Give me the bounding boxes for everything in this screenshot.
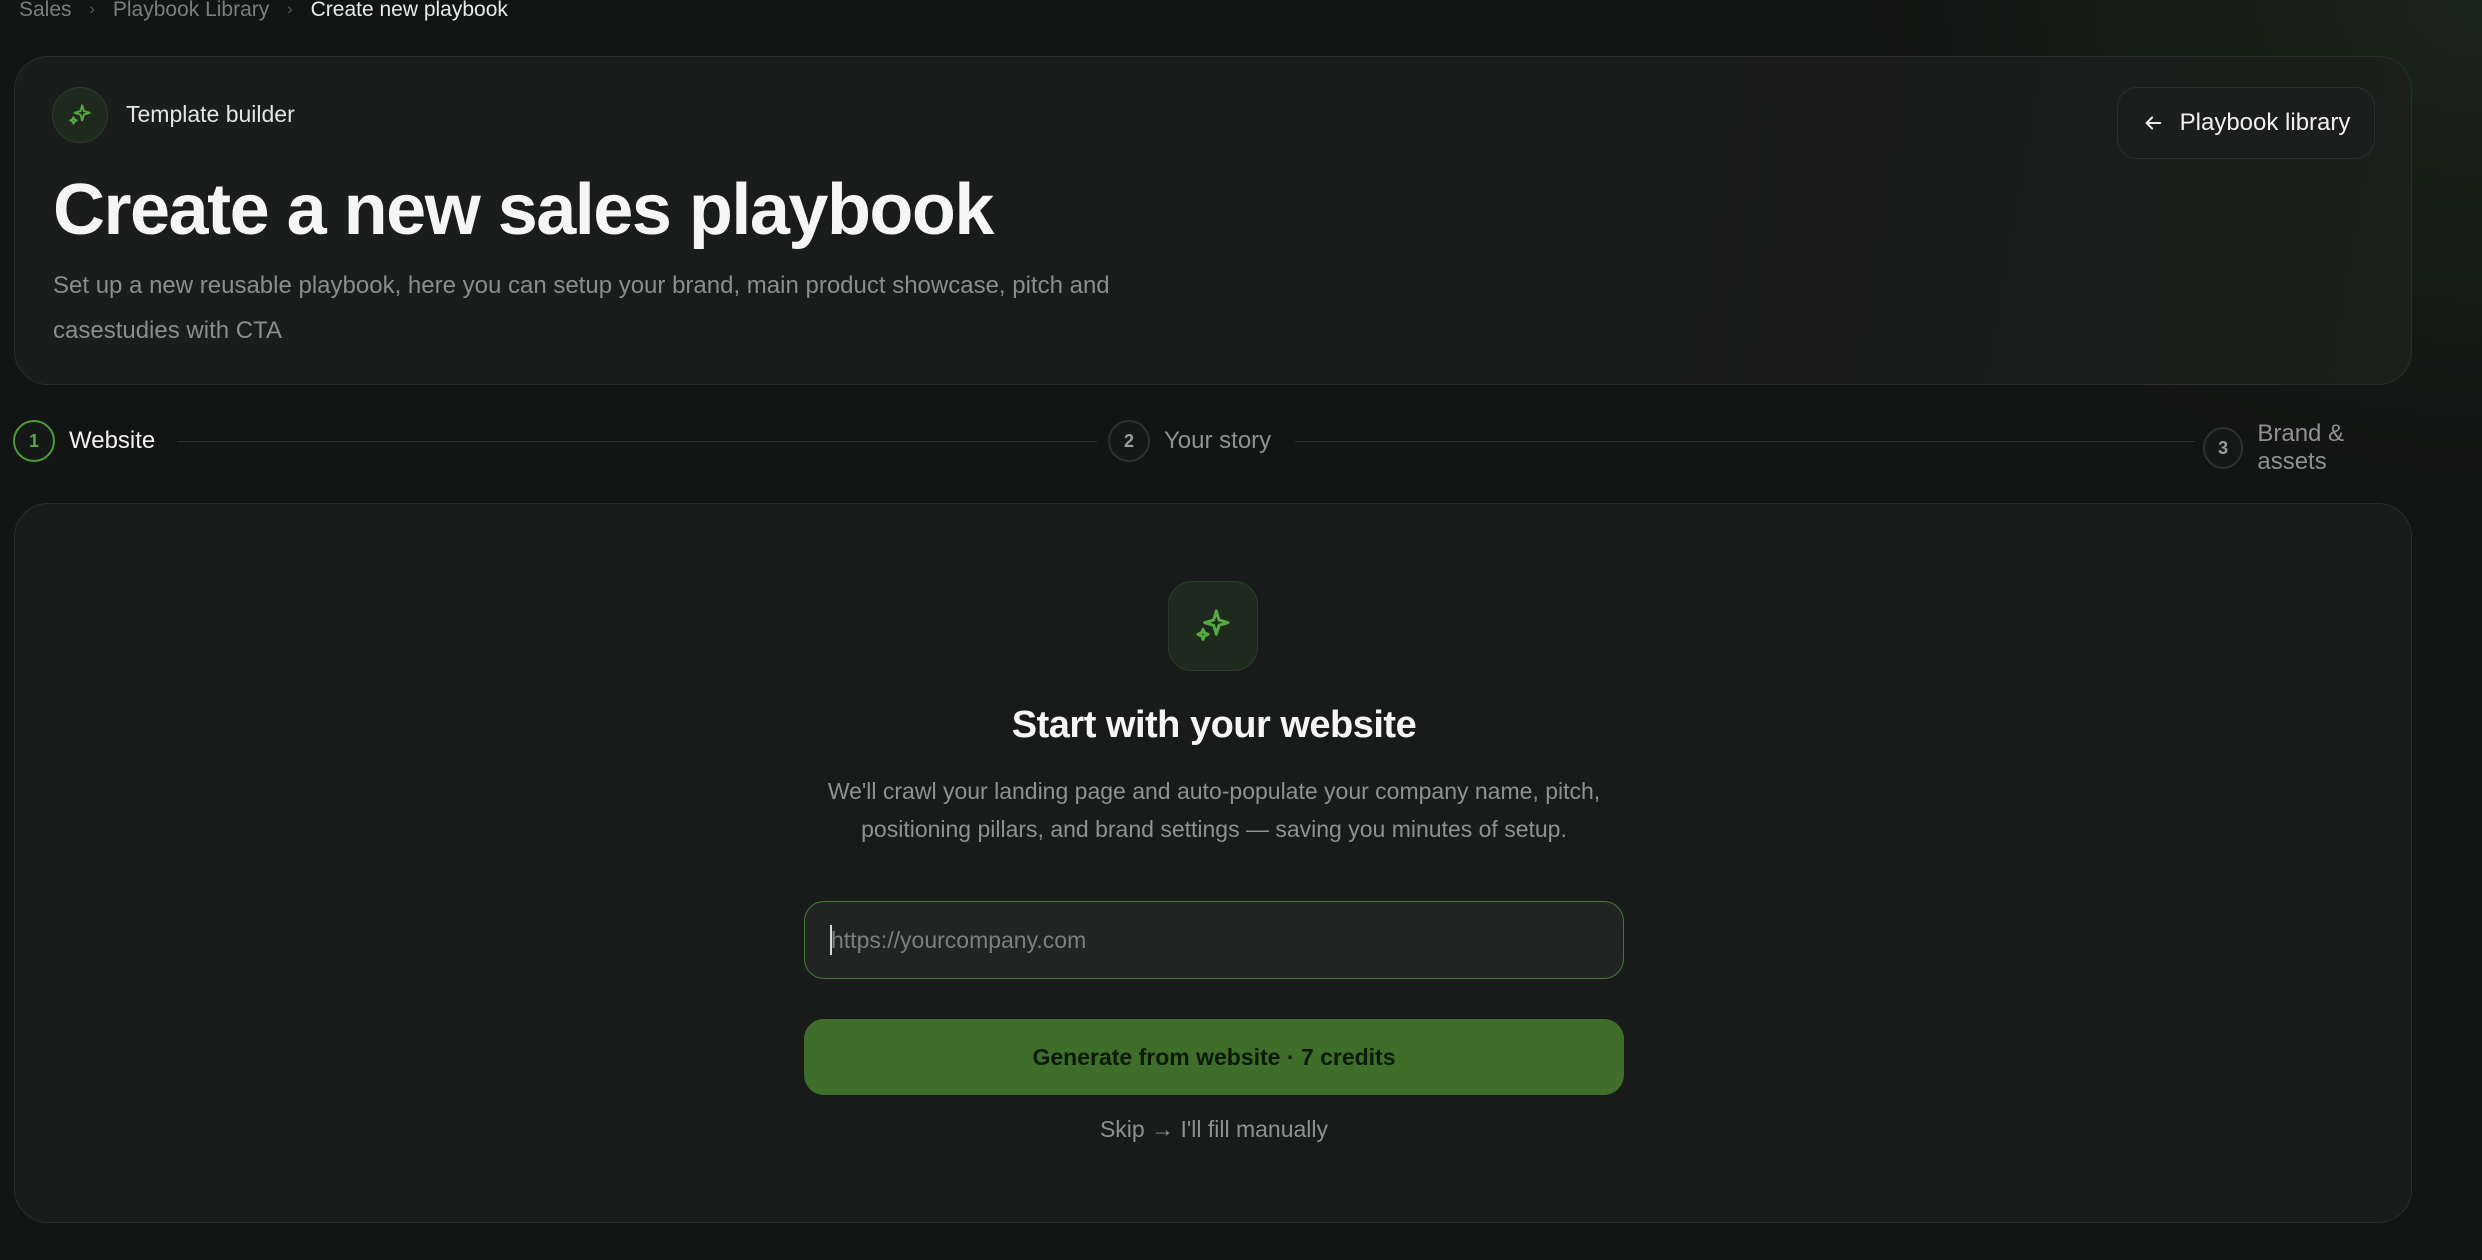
step-number: 3 (2203, 427, 2244, 469)
website-url-input[interactable] (804, 901, 1624, 979)
step-brand-assets[interactable]: 3 Brand & assets (2203, 420, 2413, 476)
step-number: 2 (1108, 420, 1150, 462)
step-label: Your story (1164, 427, 1272, 454)
step-connector (177, 441, 1097, 442)
skip-manual-link[interactable]: Skip → I'll fill manually (15, 1116, 2413, 1143)
breadcrumb-item-sales[interactable]: Sales (19, 0, 72, 22)
step-your-story[interactable]: 2 Your story (1108, 420, 1271, 462)
page-title: Create a new sales playbook (53, 170, 994, 250)
step-connector (1295, 441, 2195, 442)
website-step-card: Start with your website We'll crawl your… (14, 503, 2412, 1223)
section-description: We'll crawl your landing page and auto-p… (827, 778, 1601, 842)
template-builder-label: Template builder (126, 101, 295, 127)
playbook-library-button-label: Playbook library (2179, 109, 2351, 136)
text-caret (830, 925, 832, 955)
playbook-library-button[interactable]: Playbook library (2117, 87, 2375, 159)
breadcrumb: Sales › Playbook Library › Create new pl… (19, 0, 508, 24)
page-subtitle: Set up a new reusable playbook, here you… (53, 272, 1110, 344)
step-label: Website (69, 427, 156, 454)
breadcrumb-item-playbook-library[interactable]: Playbook Library (113, 0, 269, 22)
generate-from-website-button[interactable]: Generate from website · 7 credits (804, 1019, 1624, 1095)
breadcrumb-current: Create new playbook (310, 0, 508, 21)
sparkles-icon (52, 87, 108, 143)
breadcrumb-separator-icon: › (287, 1, 293, 18)
breadcrumb-separator-icon: › (89, 1, 95, 18)
section-title: Start with your website (1011, 704, 1417, 746)
step-label: Brand & assets (2257, 420, 2345, 475)
arrow-left-icon (2145, 116, 2161, 130)
step-number: 1 (13, 420, 55, 462)
hero-panel: Template builder Create a new sales play… (14, 56, 2412, 385)
stepper: 1 Website 2 Your story 3 Brand & assets (13, 420, 2413, 475)
step-website[interactable]: 1 Website (13, 420, 155, 462)
sparkles-icon (1168, 581, 1258, 671)
